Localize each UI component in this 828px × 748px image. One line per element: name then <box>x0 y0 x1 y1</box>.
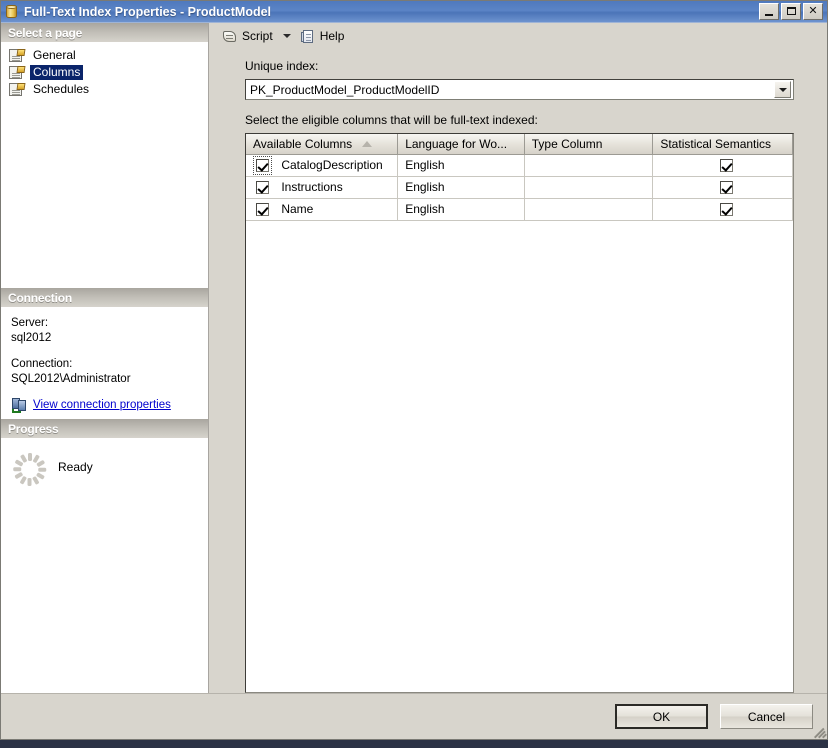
connection-label: Connection: <box>11 358 73 370</box>
view-connection-properties-row[interactable]: View connection properties <box>11 398 208 413</box>
columns-instruction: Select the eligible columns that will be… <box>245 113 538 127</box>
column-name: Name <box>281 202 314 216</box>
help-page-icon <box>300 29 316 44</box>
row-checkbox-wrap <box>253 200 272 219</box>
dialog-footer: OK Cancel <box>1 693 827 739</box>
chevron-down-icon[interactable] <box>282 34 291 38</box>
window-controls: ✕ <box>759 3 823 20</box>
cell-type-column[interactable] <box>524 198 654 221</box>
script-label: Script <box>242 29 273 43</box>
cell-type-column[interactable] <box>524 154 654 177</box>
window-title: Full-Text Index Properties - ProductMode… <box>24 4 272 19</box>
statistical-semantics-checkbox[interactable] <box>719 203 733 217</box>
table-row[interactable]: Instructions English <box>246 176 793 199</box>
cell-available-column[interactable]: Name <box>246 198 399 221</box>
column-name: CatalogDescription <box>281 158 383 172</box>
row-checkbox-wrap <box>253 178 272 197</box>
statistical-semantics-checkbox[interactable] <box>719 181 733 195</box>
maximize-button[interactable] <box>781 3 801 20</box>
sidebar-item-label: Columns <box>30 65 84 80</box>
script-scroll-icon <box>222 29 238 44</box>
progress-status: Ready <box>58 460 93 474</box>
script-button[interactable]: Script <box>218 26 277 46</box>
unique-index-combobox[interactable]: PK_ProductModel_ProductModelID <box>245 79 794 100</box>
ok-button[interactable]: OK <box>615 704 708 729</box>
loading-spinner-icon <box>13 452 47 486</box>
cell-statistical-semantics[interactable] <box>652 176 793 199</box>
sidebar-item-label: Schedules <box>33 82 90 96</box>
connection-header: Connection <box>1 288 208 307</box>
page-document-icon <box>9 82 26 97</box>
left-pane: Select a page General Columns Schedules … <box>1 23 209 693</box>
database-cylinder-icon <box>5 4 18 19</box>
cell-statistical-semantics[interactable] <box>652 198 793 221</box>
row-select-checkbox[interactable] <box>256 158 269 172</box>
cell-available-column[interactable]: Instructions <box>246 176 399 199</box>
page-document-icon <box>9 65 26 80</box>
title-bar[interactable]: Full-Text Index Properties - ProductMode… <box>1 1 827 23</box>
page-list: General Columns Schedules <box>1 42 208 288</box>
column-header-type-column[interactable]: Type Column <box>524 134 654 155</box>
progress-info: Ready <box>1 438 208 693</box>
unique-index-label: Unique index: <box>245 59 319 73</box>
sidebar-item-general[interactable]: General <box>1 47 208 64</box>
server-value: sql2012 <box>11 332 52 344</box>
column-header-label: Language for Wo... <box>405 136 508 151</box>
sidebar-item-columns[interactable]: Columns <box>1 64 208 81</box>
close-button[interactable]: ✕ <box>803 3 823 20</box>
combo-dropdown-arrow-icon[interactable] <box>774 81 791 98</box>
row-select-checkbox[interactable] <box>256 202 269 216</box>
connection-info: Server: sql2012 Connection: SQL2012\Admi… <box>1 307 208 419</box>
resize-grip[interactable] <box>811 724 827 739</box>
dialog-body: Select a page General Columns Schedules … <box>1 23 827 693</box>
sort-ascending-icon <box>362 140 373 147</box>
table-row[interactable]: CatalogDescription English <box>246 154 793 177</box>
progress-header: Progress <box>1 419 208 438</box>
connection-value: SQL2012\Administrator <box>11 373 131 385</box>
column-header-label: Available Columns <box>253 136 353 151</box>
help-label: Help <box>319 29 345 43</box>
column-name: Instructions <box>281 180 343 194</box>
help-button[interactable]: Help <box>297 26 349 46</box>
server-label: Server: <box>11 317 49 329</box>
minimize-button[interactable] <box>759 3 779 20</box>
cell-language[interactable]: English <box>397 176 525 199</box>
cell-language[interactable]: English <box>397 198 525 221</box>
toolbar: Script Help <box>209 23 827 49</box>
right-pane: Script Help Unique index: PK_ProductMode… <box>209 23 827 693</box>
unique-index-value: PK_ProductModel_ProductModelID <box>250 82 440 97</box>
cell-language[interactable]: English <box>397 154 525 177</box>
page-document-icon <box>9 48 26 63</box>
column-header-label: Type Column <box>531 136 603 151</box>
sidebar-item-label: General <box>33 48 76 62</box>
statistical-semantics-checkbox[interactable] <box>719 159 733 173</box>
server-connection-icon <box>11 398 28 413</box>
view-connection-properties-link[interactable]: View connection properties <box>33 398 171 413</box>
select-page-header: Select a page <box>1 23 208 42</box>
columns-grid-container: Available Columns Language for Wo... Typ… <box>245 133 794 693</box>
column-header-label: Statistical Semantics <box>660 136 772 151</box>
column-header-available-columns[interactable]: Available Columns <box>246 134 399 155</box>
row-select-checkbox[interactable] <box>256 180 269 194</box>
cell-available-column[interactable]: CatalogDescription <box>246 154 399 177</box>
cell-statistical-semantics[interactable] <box>652 154 793 177</box>
grid-header-row: Available Columns Language for Wo... Typ… <box>246 134 793 155</box>
column-header-language[interactable]: Language for Wo... <box>397 134 525 155</box>
columns-page-content: Unique index: PK_ProductModel_ProductMod… <box>209 49 827 693</box>
sidebar-item-schedules[interactable]: Schedules <box>1 81 208 98</box>
desktop-strip <box>0 740 828 748</box>
cell-type-column[interactable] <box>524 176 654 199</box>
full-text-index-properties-dialog: Full-Text Index Properties - ProductMode… <box>0 0 828 740</box>
row-checkbox-focus-ring <box>253 155 272 175</box>
cancel-button[interactable]: Cancel <box>720 704 813 729</box>
column-header-statistical-semantics[interactable]: Statistical Semantics <box>652 134 793 155</box>
table-row[interactable]: Name English <box>246 198 793 221</box>
columns-grid: Available Columns Language for Wo... Typ… <box>246 134 793 221</box>
